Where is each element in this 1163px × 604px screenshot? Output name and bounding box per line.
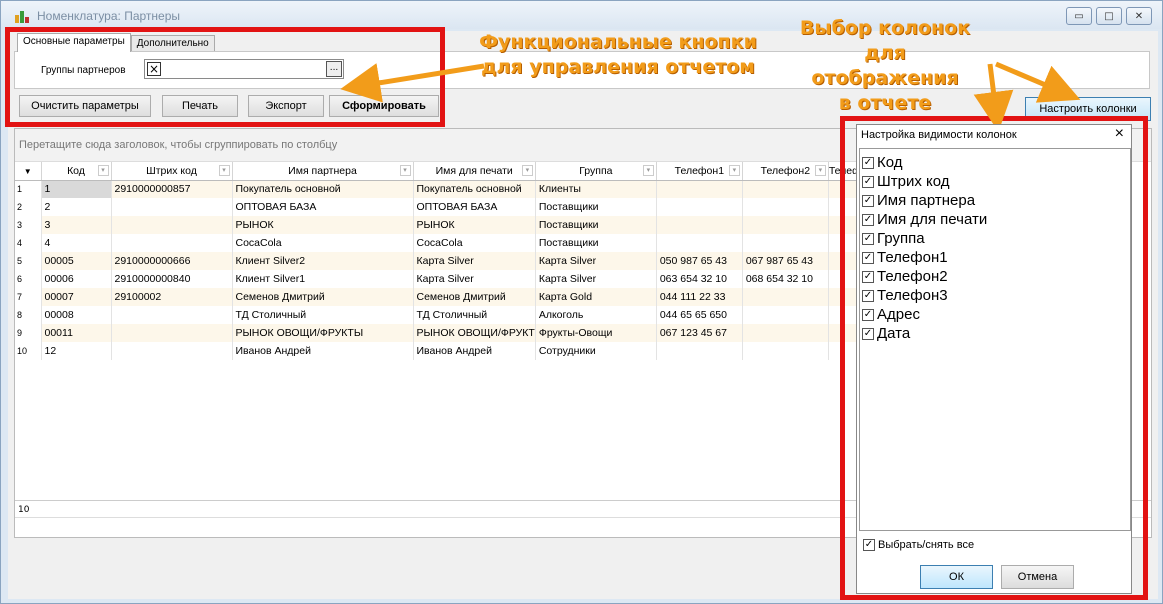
column-option[interactable]: ✓ Штрих код (862, 172, 1128, 191)
select-all-label: Выбрать/снять все (878, 539, 975, 551)
checkmark-icon: ✓ (862, 194, 874, 207)
ok-button[interactable]: ОК (920, 565, 993, 589)
arrow-to-config-button (995, 61, 1081, 103)
checkmark-icon: ✓ (862, 213, 874, 226)
column-option-label: Адрес (877, 306, 920, 323)
column-checklist: ✓ Код ✓ Штрих код ✓ Имя партнера ✓ Имя для печа… (859, 148, 1131, 531)
checkmark-icon: ✓ (862, 289, 874, 302)
column-option[interactable]: ✓ Имя партнера (862, 191, 1128, 210)
column-option[interactable]: ✓ Код (862, 153, 1128, 172)
checkmark-icon: ✓ (862, 270, 874, 283)
column-option[interactable]: ✓ Группа (862, 229, 1128, 248)
checkmark-icon: ✓ (862, 232, 874, 245)
column-option-label: Имя для печати (877, 211, 988, 228)
column-option-label: Телефон3 (877, 287, 948, 304)
cancel-button[interactable]: Отмена (1001, 565, 1074, 589)
checkmark-icon: ✓ (862, 156, 874, 169)
checkmark-icon: ✓ (862, 175, 874, 188)
column-option[interactable]: ✓ Телефон1 (862, 248, 1128, 267)
column-option[interactable]: ✓ Имя для печати (862, 210, 1128, 229)
arrow-to-list (973, 63, 1014, 132)
column-option[interactable]: ✓ Телефон2 (862, 267, 1128, 286)
checkmark-icon: ✓ (863, 539, 875, 551)
tab-main-params[interactable]: Основные параметры (17, 33, 131, 52)
column-visibility-popup: Настройка видимости колонок × ✓ Код ✓ Штрих… (856, 124, 1132, 594)
column-option[interactable]: ✓ Телефон3 (862, 286, 1128, 305)
popup-close-icon[interactable]: × (1115, 125, 1124, 143)
column-option-label: Группа (877, 230, 925, 247)
checkmark-icon: ✓ (862, 327, 874, 340)
column-option-label: Телефон1 (877, 249, 948, 266)
column-option-label: Штрих код (877, 173, 950, 190)
column-option[interactable]: ✓ Адрес (862, 305, 1128, 324)
column-option-label: Дата (877, 325, 911, 342)
column-option-label: Имя партнера (877, 192, 976, 209)
checkmark-icon: ✓ (862, 308, 874, 321)
column-option[interactable]: ✓ Дата (862, 324, 1128, 343)
column-option-label: Телефон2 (877, 268, 948, 285)
popup-title: Настройка видимости колонок (861, 129, 1017, 141)
arrow-to-buttons (340, 63, 485, 103)
select-all-checkbox[interactable]: ✓ Выбрать/снять все (863, 539, 974, 551)
checkmark-icon: ✓ (862, 251, 874, 264)
column-option-label: Код (877, 154, 903, 171)
